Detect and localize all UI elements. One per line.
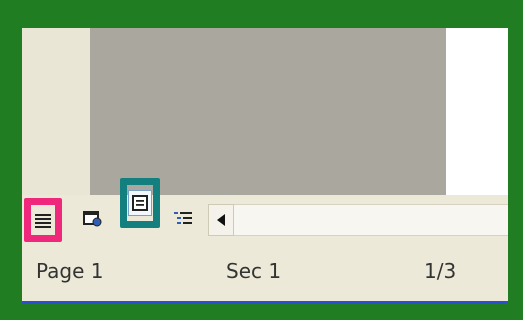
status-bar: Page 1 Sec 1 1/3 (22, 245, 508, 301)
status-bar-bottom-line (22, 301, 508, 304)
outline-view-icon (174, 212, 192, 224)
right-margin (446, 28, 508, 195)
status-page-position: 1/3 (424, 259, 457, 283)
scroll-left-button[interactable] (208, 204, 234, 236)
document-area (22, 28, 508, 195)
triangle-left-icon (217, 214, 225, 226)
web-layout-icon (83, 211, 102, 227)
status-section: Sec 1 (226, 259, 282, 283)
horizontal-scrollbar-track[interactable] (234, 204, 508, 236)
status-page: Page 1 (36, 259, 104, 283)
normal-view-button[interactable] (24, 198, 62, 242)
word-window: Page 1 Sec 1 1/3 (22, 28, 508, 304)
outline-view-button[interactable] (170, 206, 196, 232)
document-page (90, 28, 446, 195)
outer-frame: Page 1 Sec 1 1/3 (0, 0, 523, 320)
print-layout-icon (132, 195, 148, 211)
normal-view-icon (35, 214, 51, 228)
print-layout-button-face (128, 190, 152, 216)
print-layout-view-button[interactable] (120, 178, 160, 228)
left-margin (22, 28, 90, 195)
horizontal-scroll-row (22, 178, 508, 245)
web-layout-view-button[interactable] (80, 206, 106, 232)
